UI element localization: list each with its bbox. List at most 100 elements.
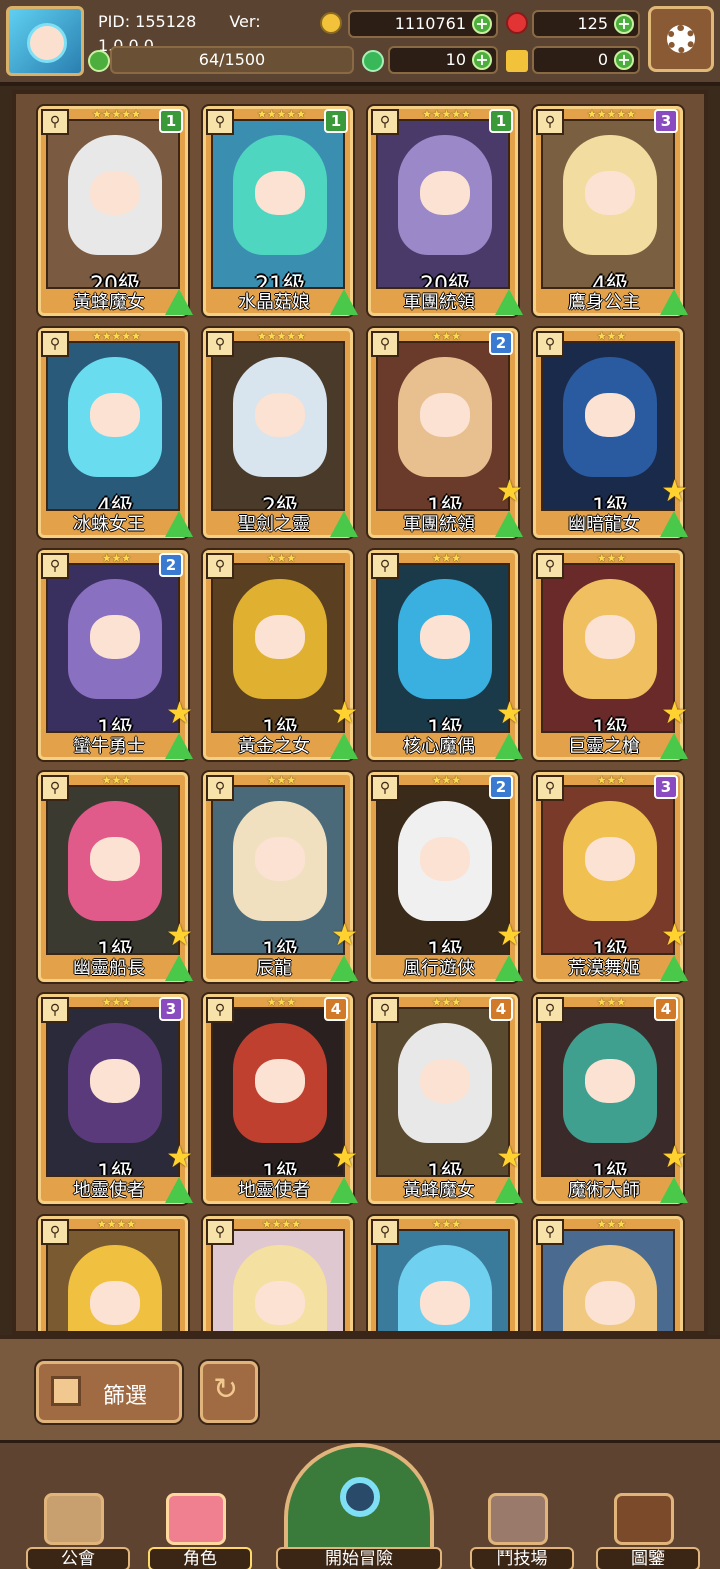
nav-guild-label: 公會 — [26, 1547, 130, 1569]
character-card[interactable]: ★★★★ ⚲ — [203, 1216, 353, 1331]
character-card[interactable]: 21級 ★★★★★ ⚲ 1 水晶菇娘 — [203, 106, 358, 316]
add-gold-button[interactable]: + — [472, 14, 492, 34]
portrait-face — [585, 1281, 635, 1325]
nav-arena[interactable]: 鬥技場 — [470, 1493, 574, 1569]
rank-badge: 1 — [324, 109, 348, 133]
exp-clover-icon — [88, 50, 110, 72]
character-card[interactable]: 1級 ★★★ ⚲ 4 魔術大師 ★ — [533, 994, 688, 1204]
upgrade-arrow-icon — [330, 289, 358, 315]
refresh-button[interactable]: ↻ — [200, 1361, 258, 1423]
character-card[interactable]: 1級 ★★★ ⚲ 4 地靈使者 ★ — [203, 994, 358, 1204]
character-card[interactable]: 1級 ★★★ ⚲ 核心魔偶 ★ — [368, 550, 523, 760]
character-card[interactable]: ★★★ ⚲ — [368, 1216, 518, 1331]
character-level: 1級 — [427, 939, 463, 955]
portrait-face — [585, 615, 635, 659]
character-card[interactable]: 1級 ★★★ ⚲ 幽靈船長 ★ — [38, 772, 193, 982]
rarity-stars: ★★★ — [101, 773, 131, 787]
book-icon — [614, 1493, 674, 1545]
character-name: 荒漠舞姬 — [568, 958, 640, 979]
upgrade-arrow-icon — [330, 511, 358, 537]
character-name: 聖劍之靈 — [238, 514, 310, 535]
weapon-type-icon: ⚲ — [371, 553, 399, 579]
character-card[interactable]: 1級 ★★★ ⚲ 3 荒漠舞姬 ★ — [533, 772, 688, 982]
nav-codex[interactable]: 圖鑒 — [596, 1493, 700, 1569]
character-card[interactable]: 1級 ★★★ ⚲ 幽暗龍女 ★ — [533, 328, 688, 538]
rarity-stars: ★★★ — [266, 551, 296, 565]
character-card[interactable]: 4級 ★★★★★ ⚲ 3 鷹身公主 — [533, 106, 688, 316]
character-level: 21級 — [255, 273, 305, 289]
character-card[interactable]: 1級 ★★★ ⚲ 辰龍 ★ — [203, 772, 358, 982]
world-map-icon — [284, 1443, 434, 1553]
add-clover-button[interactable]: + — [472, 50, 492, 70]
rarity-stars: ★★★★★ — [421, 107, 472, 121]
add-key-button[interactable]: + — [614, 50, 634, 70]
weapon-type-icon: ⚲ — [41, 997, 69, 1023]
gold-coin-icon — [320, 12, 342, 34]
refresh-icon: ↻ — [213, 1372, 239, 1407]
character-portrait: 2級 — [211, 341, 345, 511]
add-gem-button[interactable]: + — [614, 14, 634, 34]
player-avatar[interactable] — [6, 6, 84, 76]
filter-button[interactable]: 篩選 — [36, 1361, 182, 1423]
upgrade-arrow-icon — [660, 511, 688, 537]
character-level: 1級 — [97, 717, 133, 733]
rank-badge: 3 — [654, 109, 678, 133]
upgrade-arrow-icon — [660, 733, 688, 759]
rarity-stars: ★★★ — [596, 551, 626, 565]
gem-icon — [506, 12, 528, 34]
character-grid[interactable]: 20級 ★★★★★ ⚲ 1 黃蜂魔女 21級 ★★★★★ ⚲ 1 水晶菇娘 20級 ★★★★★ ⚲ 1 軍團… — [12, 90, 708, 1335]
weapon-type-icon: ⚲ — [536, 553, 564, 579]
character-portrait: 1級 — [376, 563, 510, 733]
weapon-type-icon: ⚲ — [206, 553, 234, 579]
nav-adventure[interactable]: 開始冒險 — [276, 1443, 442, 1569]
portrait-face — [255, 615, 305, 659]
character-card[interactable]: 1級 ★★★ ⚲ 巨靈之槍 ★ — [533, 550, 688, 760]
character-level: 1級 — [592, 717, 628, 733]
character-portrait: 4級 — [541, 119, 675, 289]
character-name: 魔術大師 — [568, 1180, 640, 1201]
rank-badge: 4 — [324, 997, 348, 1021]
character-card[interactable]: 20級 ★★★★★ ⚲ 1 軍團統領 — [368, 106, 523, 316]
rarity-stars: ★★★★ — [96, 1217, 136, 1231]
character-portrait: 1級 — [46, 785, 180, 955]
character-name: 辰龍 — [256, 958, 292, 979]
character-card[interactable]: 1級 ★★★ ⚲ 2 蠻牛勇士 ★ — [38, 550, 193, 760]
rank-badge: 4 — [489, 997, 513, 1021]
character-portrait: 1級 — [211, 1007, 345, 1177]
nav-codex-label: 圖鑒 — [596, 1547, 700, 1569]
character-card[interactable]: 1級 ★★★ ⚲ 4 黃蜂魔女 ★ — [368, 994, 523, 1204]
star-upgrade-icon: ★ — [331, 1140, 358, 1175]
nav-characters[interactable]: 角色 — [148, 1493, 252, 1569]
rarity-stars: ★★★ — [101, 551, 131, 565]
character-card[interactable]: ★★★★ ⚲ — [38, 1216, 188, 1331]
nav-guild[interactable]: 公會 — [26, 1493, 130, 1569]
portrait-face — [420, 171, 470, 215]
portrait-face — [585, 837, 635, 881]
weapon-type-icon: ⚲ — [371, 109, 399, 135]
character-card[interactable]: 1級 ★★★ ⚲ 黃金之女 ★ — [203, 550, 358, 760]
rank-badge: 2 — [159, 553, 183, 577]
portrait-face — [90, 1059, 140, 1103]
rarity-stars: ★★★★★ — [91, 329, 142, 343]
character-name: 水晶菇娘 — [238, 292, 310, 313]
weapon-type-icon: ⚲ — [206, 997, 234, 1023]
star-upgrade-icon: ★ — [496, 696, 523, 731]
character-card[interactable]: ★★★ ⚲ — [533, 1216, 683, 1331]
character-portrait: 20級 — [46, 119, 180, 289]
nav-adventure-label: 開始冒險 — [276, 1547, 442, 1569]
portrait-face — [90, 615, 140, 659]
character-level: 1級 — [262, 939, 298, 955]
upgrade-arrow-icon — [165, 733, 193, 759]
portrait-face — [255, 837, 305, 881]
rarity-stars: ★★★★★ — [256, 107, 307, 121]
weapon-type-icon: ⚲ — [371, 775, 399, 801]
character-card[interactable]: 2級 ★★★★★ ⚲ 聖劍之靈 — [203, 328, 358, 538]
weapon-type-icon: ⚲ — [41, 775, 69, 801]
character-card[interactable]: 1級 ★★★ ⚲ 3 地靈使者 ★ — [38, 994, 193, 1204]
character-card[interactable]: 1級 ★★★ ⚲ 2 軍團統領 ★ — [368, 328, 523, 538]
character-card[interactable]: 4級 ★★★★★ ⚲ 冰蛛女王 — [38, 328, 193, 538]
settings-button[interactable] — [648, 6, 714, 72]
character-card[interactable]: 20級 ★★★★★ ⚲ 1 黃蜂魔女 — [38, 106, 193, 316]
character-portrait: 1級 — [211, 785, 345, 955]
character-card[interactable]: 1級 ★★★ ⚲ 2 風行遊俠 ★ — [368, 772, 523, 982]
